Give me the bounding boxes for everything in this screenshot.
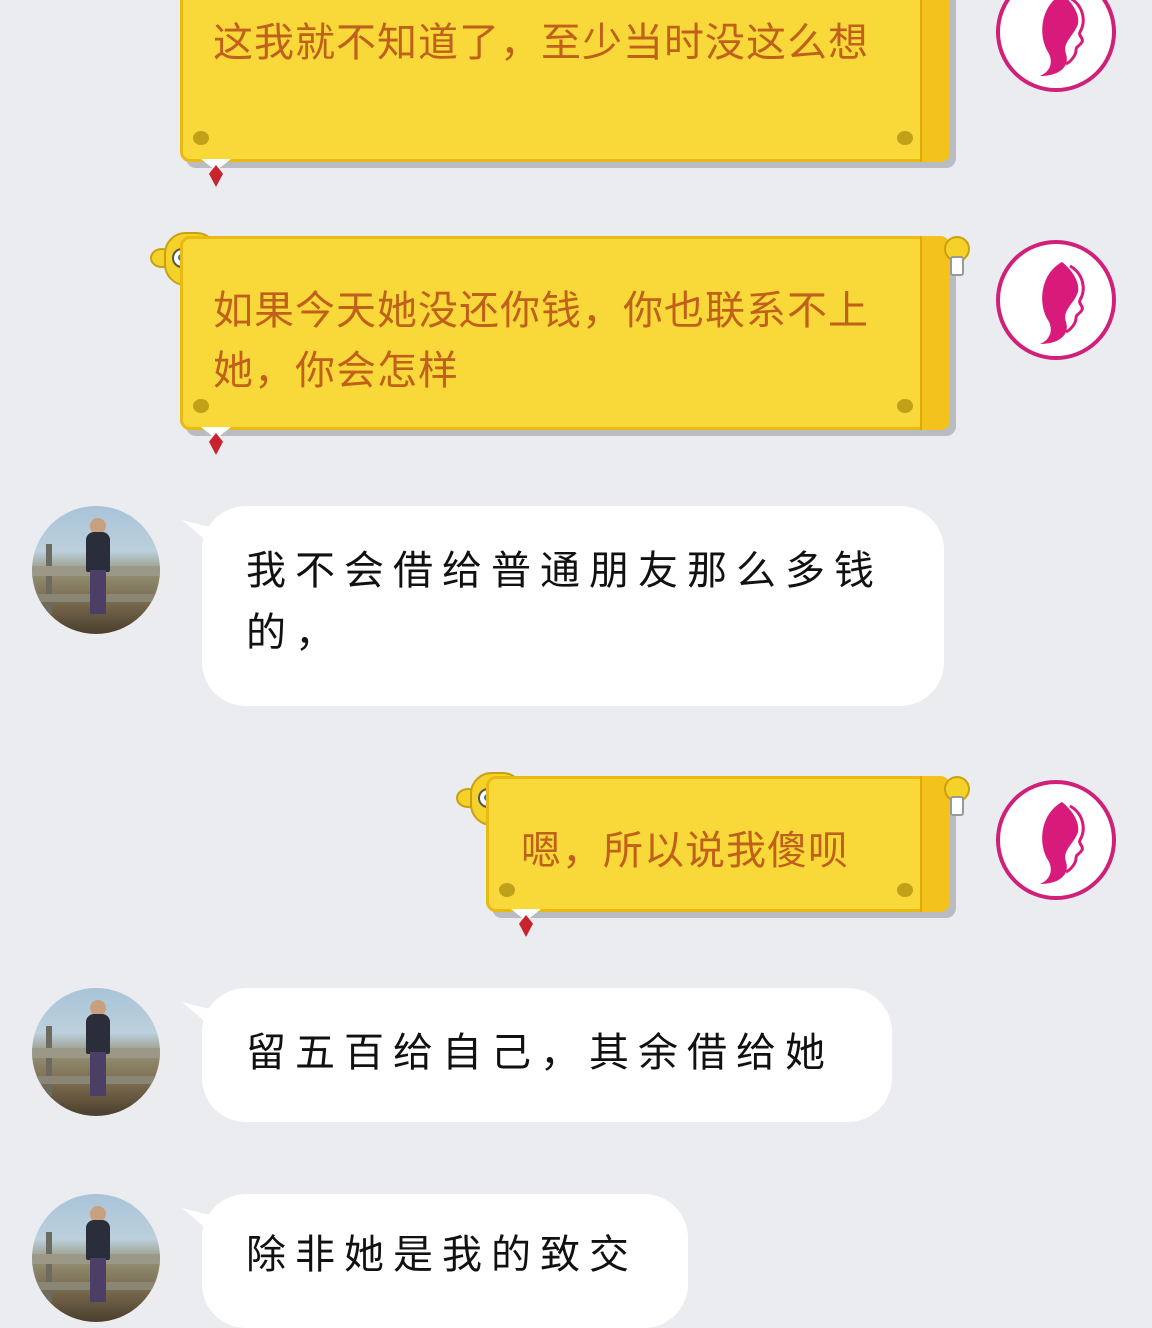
message-text: 留五百给自己，其余借给她 xyxy=(246,1030,834,1076)
woman-profile-logo-icon xyxy=(1040,0,1085,76)
bubble-dot xyxy=(897,131,913,145)
message-bubble-sent[interactable]: 这我就不知道了，至少当时没这么想 xyxy=(180,0,950,187)
bubble-dot xyxy=(193,131,209,145)
tie-icon xyxy=(519,915,533,937)
bubble-dot xyxy=(193,399,209,413)
message-bubble-sent[interactable]: 如果今天她没还你钱，你也联系不上她，你会怎样 xyxy=(180,236,950,455)
message-text: 嗯，所以说我傻呗 xyxy=(521,828,849,874)
message-text: 如果今天她没还你钱，你也联系不上她，你会怎样 xyxy=(213,288,869,394)
self-avatar[interactable] xyxy=(996,0,1116,92)
contact-avatar[interactable] xyxy=(32,988,160,1116)
bubble-dot xyxy=(897,399,913,413)
bubble-scroll-edge xyxy=(920,0,950,162)
message-text: 我不会借给普通朋友那么多钱的， xyxy=(246,548,883,656)
bubble-dot xyxy=(499,883,515,897)
message-bubble-sent[interactable]: 嗯，所以说我傻呗 xyxy=(486,776,950,937)
self-avatar[interactable] xyxy=(996,240,1116,360)
tie-icon xyxy=(209,165,223,187)
message-text: 除非她是我的致交 xyxy=(246,1232,638,1278)
woman-profile-logo-icon xyxy=(1040,802,1085,884)
thumbs-up-icon xyxy=(936,230,972,276)
tie-icon xyxy=(209,433,223,455)
message-bubble-received[interactable]: 我不会借给普通朋友那么多钱的， xyxy=(202,506,944,706)
message-text: 这我就不知道了，至少当时没这么想 xyxy=(213,20,869,66)
bubble-dot xyxy=(897,883,913,897)
self-avatar[interactable] xyxy=(996,780,1116,900)
message-bubble-received[interactable]: 除非她是我的致交 xyxy=(202,1194,688,1328)
woman-profile-logo-icon xyxy=(1040,262,1085,344)
contact-avatar[interactable] xyxy=(32,506,160,634)
thumbs-up-icon xyxy=(936,770,972,816)
message-bubble-received[interactable]: 留五百给自己，其余借给她 xyxy=(202,988,892,1122)
